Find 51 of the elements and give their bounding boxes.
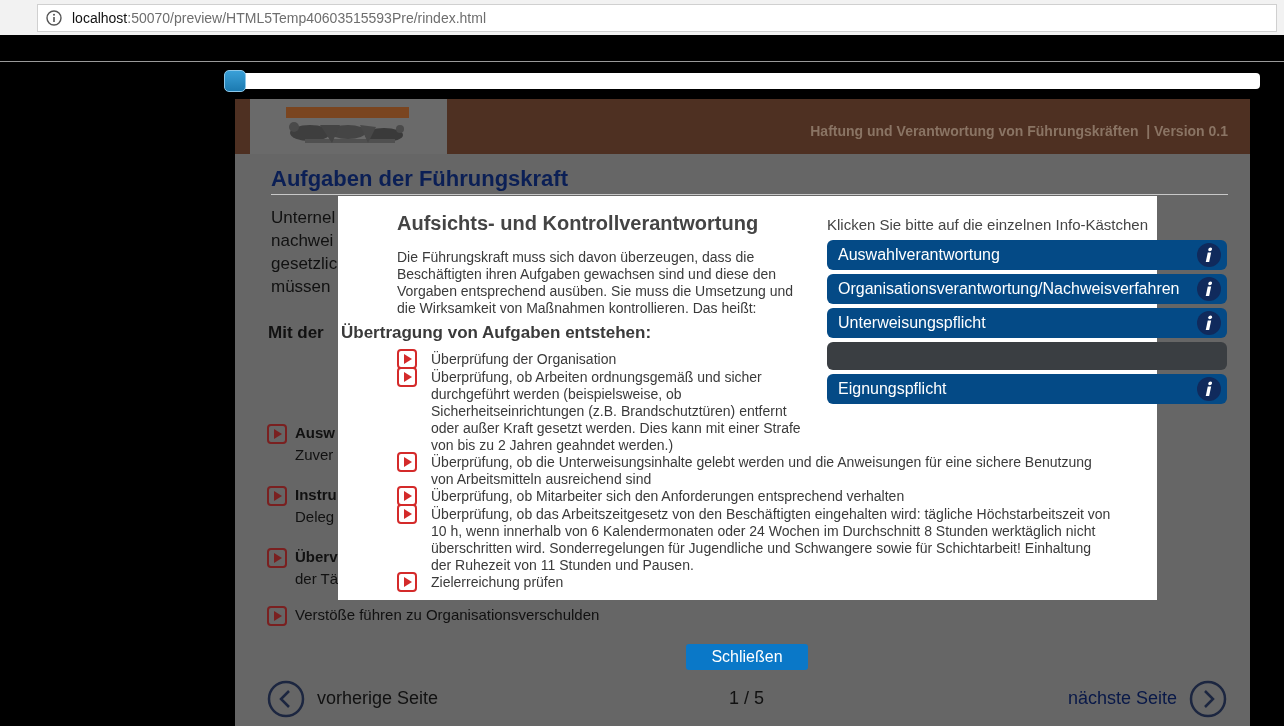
- paragraph-fragment: Unternel: [271, 207, 336, 229]
- instruction-text: Klicken Sie bitte auf die einzelnen Info-Kästchen: [827, 216, 1149, 233]
- dialog-text: Die Führungskraft muss sich davon überzeugen, dass die Beschäftigten ihren Aufgaben gewachsen sind und diese den Vorgaben entsprechend ausüben. Sie muss die Umsetzung und die Wirksamkeit von Maßnahmen kontrollieren. Das heißt:: [397, 249, 795, 317]
- slider-thumb[interactable]: [224, 69, 246, 92]
- play-icon: [267, 548, 287, 568]
- close-button[interactable]: Schließen: [686, 644, 808, 670]
- item-title: Überv: [295, 547, 338, 567]
- bullet-text: Überprüfung, ob die Unterweisungsinhalte gelebt werden und die Anweisungen für eine sichere Benutzung von Arbeitsmitteln ausreichend sind: [431, 454, 1093, 488]
- address-bar[interactable]: localhost:50070/preview/HTML5Temp40603515593Pre/rindex.html: [37, 3, 1277, 32]
- item-text: Zuver: [295, 445, 334, 465]
- item-text: Verstöße führen zu Organisationsverschulden: [295, 606, 600, 623]
- bullet-text: Überprüfung, ob Mitarbeiter sich den Anforderungen entsprechend verhalten: [431, 488, 906, 505]
- item-text: Deleg: [295, 507, 335, 527]
- info-button[interactable]: Eignungspflicht: [827, 374, 1227, 404]
- url-text: localhost:50070/preview/HTML5Temp40603515593Pre/rindex.html: [72, 9, 487, 26]
- paragraph-fragment: gesetzlic: [271, 253, 338, 275]
- play-icon: [267, 424, 287, 444]
- dialog-title: Aufsichts- und Kontrollverantwortung: [397, 212, 759, 235]
- info-icon: [46, 9, 62, 26]
- info-icon: [1197, 243, 1221, 267]
- info-icon: [1197, 377, 1221, 401]
- play-icon: [397, 349, 417, 369]
- progress-slider[interactable]: [224, 72, 1260, 89]
- play-icon: [397, 452, 417, 472]
- page-counter: 1 / 5: [729, 688, 765, 709]
- info-button[interactable]: Organisationsverantwortung/Nachweisverfahren: [827, 274, 1227, 304]
- item-title: Ausw: [295, 423, 335, 443]
- play-icon: [397, 572, 417, 592]
- item-text: der Tä: [295, 569, 339, 589]
- play-icon: [267, 486, 287, 506]
- page-heading: Aufgaben der Führungskraft: [271, 166, 568, 192]
- item-title: Instru: [295, 485, 337, 505]
- subheading: Übertragung von Aufgaben entstehen:: [341, 323, 652, 343]
- info-icon: [1197, 277, 1221, 301]
- right-chevron-icon[interactable]: [1189, 679, 1227, 718]
- paragraph-fragment: nachwei: [271, 230, 334, 252]
- play-icon: [267, 606, 287, 626]
- bullet-text: Überprüfung, ob Arbeiten ordnungsgemäß und sicher durchgeführt werden (beispielsweise, ob Sicherheitseinrichtungen (z.B. Brandschutztüren) entfernt oder außer Kraft gesetzt werden. Dies kann mit einer Strafe von bis zu 2 Jahren geahndet werden.): [431, 369, 802, 454]
- info-button[interactable]: Unterweisungspflicht: [827, 308, 1227, 338]
- bullet-text: Überprüfung der Organisation: [431, 351, 618, 368]
- course-title: Haftung und Verantwortung von Führungskräften | Version 0.1: [810, 122, 1228, 139]
- bullet-text: Überprüfung, ob das Arbeitszeitgesetz von den Beschäftigten eingehalten wird: tägliche Höchstarbeitszeit von 10 h, wenn innerhalb von 6 Kalendermonaten oder 24 Wochen im Durchschnitt 8 Stunden werktäglich nicht überschritten wird. Sonderregelungen für Jugendliche und Schwangere sowie für Schichtarbeit! Einhaltung der Ruhezeit von 11 Stunden und Pausen.: [431, 506, 1112, 574]
- info-icon: [1197, 311, 1221, 335]
- paragraph-fragment: müssen: [271, 276, 331, 298]
- bullet-text: Zielerreichung prüfen: [431, 574, 565, 591]
- left-chevron-icon[interactable]: [267, 679, 305, 718]
- subheading: Mit der: [268, 323, 324, 343]
- play-icon: [397, 504, 417, 524]
- play-icon: [397, 367, 417, 387]
- info-button[interactable]: Auswahlverantwortung: [827, 240, 1227, 270]
- play-icon: [397, 486, 417, 506]
